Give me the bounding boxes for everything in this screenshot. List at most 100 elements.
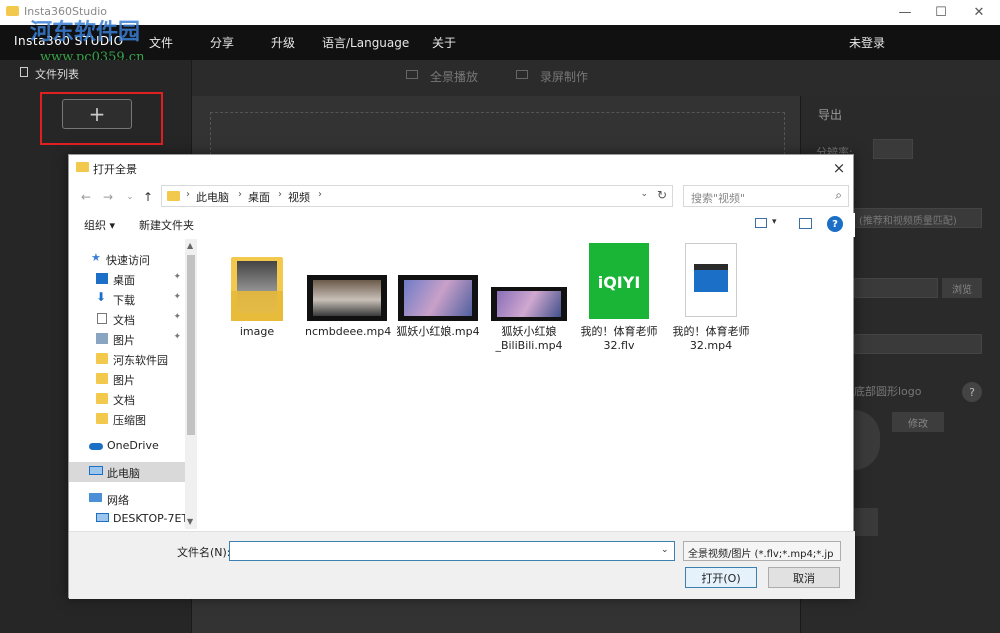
nav-onedrive[interactable]: OneDrive xyxy=(69,436,185,456)
nav-desktop[interactable]: 桌面 ✦ xyxy=(69,269,185,289)
menu-file[interactable]: 文件 xyxy=(149,34,173,51)
nav-downloads[interactable]: ⬇ 下载 ✦ xyxy=(69,289,185,309)
picture-icon xyxy=(96,333,108,344)
file-item-video[interactable]: 狐妖小红娘.mp4 xyxy=(396,251,480,371)
pin-icon: ✦ xyxy=(173,312,181,322)
open-button[interactable]: 打开(O) xyxy=(685,567,757,588)
cloud-icon xyxy=(89,443,103,450)
menu-share[interactable]: 分享 xyxy=(210,34,234,51)
output-path-input[interactable] xyxy=(854,278,938,298)
document-icon xyxy=(97,313,107,324)
folder-front xyxy=(231,291,283,321)
star-icon: ★ xyxy=(91,251,101,264)
tab-screen-record[interactable]: 录屏制作 xyxy=(540,68,588,85)
dialog-titlebar: 打开全景 × xyxy=(69,155,855,182)
folder-icon xyxy=(76,162,89,172)
folder-icon xyxy=(167,191,180,201)
breadcrumb-desktop[interactable]: 桌面 xyxy=(248,189,270,205)
quality-select[interactable]: (推荐和视频质量匹配) xyxy=(854,208,982,228)
watermark-title: 河东软件园 xyxy=(30,19,141,45)
view-tabs xyxy=(192,60,800,96)
filename-input[interactable] xyxy=(229,541,675,561)
export-button[interactable] xyxy=(854,508,878,536)
filename-label: 文件名(N): xyxy=(177,546,231,559)
chevron-down-icon[interactable]: ⌄ xyxy=(640,189,648,199)
quality-hint: (推荐和视频质量匹配) xyxy=(859,216,957,227)
pin-icon: ✦ xyxy=(173,332,181,342)
nav-folder-compressed[interactable]: 压缩图 xyxy=(69,409,185,429)
refresh-icon[interactable]: ↻ xyxy=(657,188,667,202)
login-status[interactable]: 未登录 xyxy=(849,34,885,51)
nav-folder-hedong[interactable]: 河东软件园 xyxy=(69,349,185,369)
output-name-input[interactable] xyxy=(854,334,982,354)
app-icon xyxy=(6,6,19,16)
add-file-button[interactable]: + xyxy=(62,99,132,129)
chevron-right-icon: › xyxy=(278,189,282,200)
desktop-icon xyxy=(96,273,108,284)
folder-icon xyxy=(96,353,108,364)
menu-upgrade[interactable]: 升级 xyxy=(271,34,295,51)
file-item-flv[interactable]: iQIYI 我的！体育老师32.flv xyxy=(577,243,661,363)
filetype-select[interactable]: 全景视频/图片 (*.flv;*.mp4;*.jp xyxy=(683,541,841,561)
folder-icon xyxy=(96,373,108,384)
help-icon[interactable]: ? xyxy=(827,216,843,232)
menu-about[interactable]: 关于 xyxy=(432,34,456,51)
nav-quick-access[interactable]: ★ 快速访问 xyxy=(69,249,185,269)
forward-icon[interactable]: → xyxy=(99,188,117,206)
organize-button[interactable]: 组织 ▾ xyxy=(84,217,115,233)
nav-this-pc[interactable]: 此电脑 xyxy=(69,462,185,482)
nav-documents[interactable]: 文档 ✦ xyxy=(69,309,185,329)
pin-icon: ✦ xyxy=(173,292,181,302)
clapper-icon xyxy=(694,270,728,292)
help-icon[interactable]: ? xyxy=(962,382,982,402)
back-icon[interactable]: ← xyxy=(77,188,95,206)
resolution-input[interactable] xyxy=(873,139,913,159)
file-item-video[interactable]: 狐妖小红娘_BiliBili.mp4 xyxy=(487,251,571,371)
chevron-right-icon: › xyxy=(238,189,242,200)
nav-pictures[interactable]: 图片 ✦ xyxy=(69,329,185,349)
nav-folder-documents[interactable]: 文档 xyxy=(69,389,185,409)
dialog-toolbar: 组织 ▾ 新建文件夹 ▾ ? xyxy=(69,213,855,237)
video-thumbnail xyxy=(491,287,567,321)
close-icon[interactable]: ✕ xyxy=(962,0,996,25)
download-icon: ⬇ xyxy=(96,290,107,304)
browse-button[interactable]: 浏览 xyxy=(942,278,982,298)
scroll-up-icon[interactable]: ▲ xyxy=(187,241,193,250)
chevron-right-icon: › xyxy=(318,189,322,200)
breadcrumb-this-pc[interactable]: 此电脑 xyxy=(196,189,229,205)
file-item-mp4[interactable]: 我的！体育老师32.mp4 xyxy=(669,243,753,363)
menu-language[interactable]: 语言/Language xyxy=(322,34,409,51)
modify-logo-button[interactable]: 修改 xyxy=(892,412,944,432)
cancel-button[interactable]: 取消 xyxy=(768,567,840,588)
address-bar[interactable]: › 此电脑 › 桌面 › 视频 › ⌄ ↻ xyxy=(161,185,673,207)
computer-icon xyxy=(89,466,103,475)
minimize-icon[interactable]: — xyxy=(888,0,922,25)
nav-desktop-pc[interactable]: DESKTOP-7ETC xyxy=(69,509,185,529)
search-input[interactable]: 搜索"视频" ⌕ xyxy=(683,185,849,207)
nav-network[interactable]: 网络 xyxy=(69,489,185,509)
iqiyi-icon: iQIYI xyxy=(589,243,649,319)
chevron-down-icon[interactable]: ⌄ xyxy=(661,545,669,555)
file-item-image-folder[interactable]: image xyxy=(215,251,299,371)
address-row: ← → ⌄ ↑ › 此电脑 › 桌面 › 视频 › ⌄ ↻ 搜索"视频" ⌕ xyxy=(77,185,849,209)
chevron-down-icon[interactable]: ▾ xyxy=(772,217,777,227)
video-thumbnail xyxy=(307,275,387,321)
recent-dropdown-icon[interactable]: ⌄ xyxy=(121,188,139,206)
menu-bar: Insta360 STUDIO 文件 分享 升级 语言/Language 关于 … xyxy=(0,25,1000,60)
view-mode-icon[interactable] xyxy=(755,218,767,228)
dialog-close-icon[interactable]: × xyxy=(829,158,849,178)
pin-icon: ✦ xyxy=(173,272,181,282)
scroll-down-icon[interactable]: ▼ xyxy=(187,517,193,526)
network-icon xyxy=(89,493,102,502)
file-list-label: 文件列表 xyxy=(35,68,79,81)
logo-label: 底部圆形logo xyxy=(854,385,922,398)
file-item-video[interactable]: ncmbdeee.mp4 xyxy=(305,251,391,371)
breadcrumb-videos[interactable]: 视频 xyxy=(288,189,310,205)
up-icon[interactable]: ↑ xyxy=(139,188,157,206)
tab-panorama-play[interactable]: 全景播放 xyxy=(430,68,478,85)
maximize-icon[interactable]: ☐ xyxy=(924,0,958,25)
nav-folder-pictures[interactable]: 图片 xyxy=(69,369,185,389)
nav-scroll-thumb[interactable] xyxy=(187,255,195,435)
preview-pane-icon[interactable] xyxy=(799,218,812,229)
new-folder-button[interactable]: 新建文件夹 xyxy=(139,217,194,233)
